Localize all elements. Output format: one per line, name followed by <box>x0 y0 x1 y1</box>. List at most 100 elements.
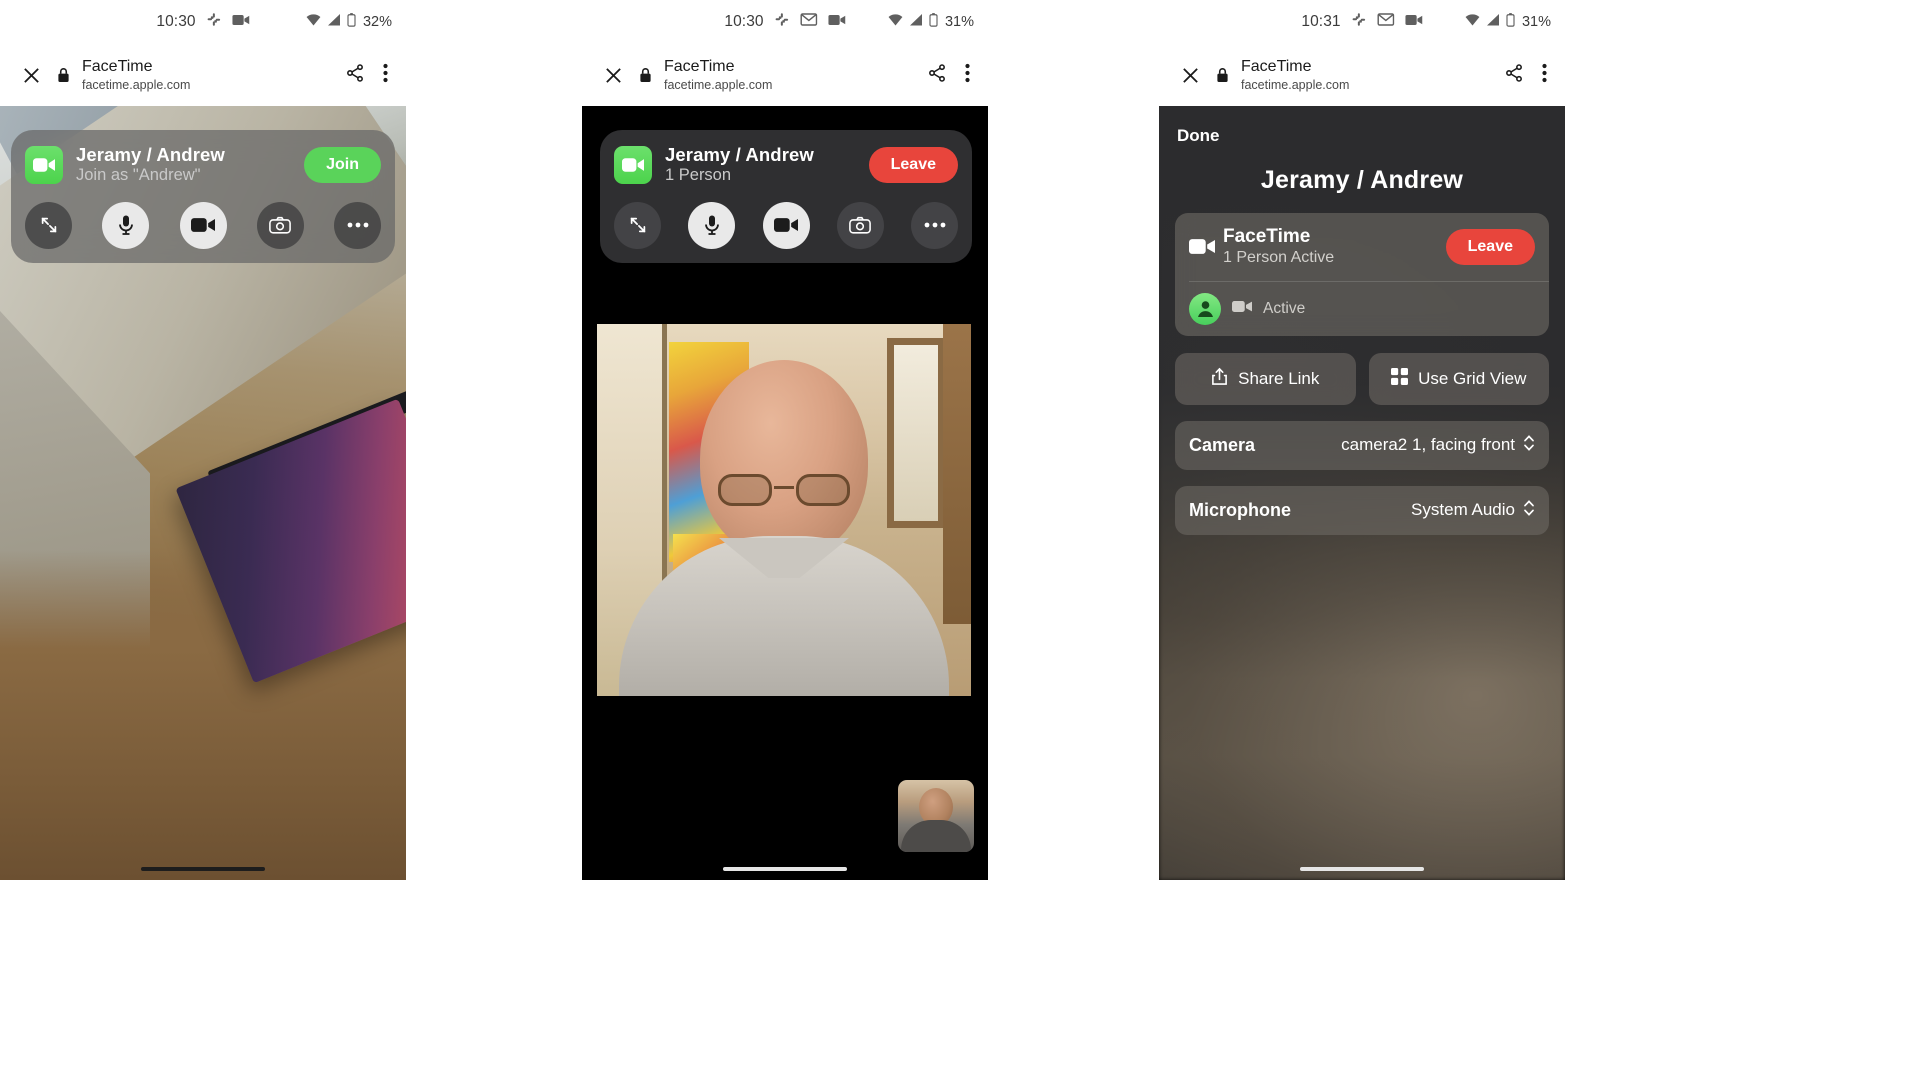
overflow-menu-icon[interactable] <box>383 63 388 88</box>
video-recording-icon <box>1405 13 1423 31</box>
share-icon[interactable] <box>927 63 947 88</box>
phone-panel-join-screen: 10:30 32% FaceTime facetime.apple.com Je… <box>0 0 406 880</box>
leave-button[interactable]: Leave <box>1445 228 1535 265</box>
video-camera-icon[interactable] <box>179 201 227 249</box>
more-options-icon[interactable] <box>334 201 381 249</box>
slack-icon <box>775 12 790 32</box>
gesture-home-indicator <box>141 867 265 871</box>
expand-icon[interactable] <box>25 201 72 249</box>
call-subtitle: Join as "Andrew" <box>76 166 201 185</box>
status-bar: 10:30 <box>0 0 406 44</box>
call-info: Jeramy / Andrew 1 Person <box>652 144 869 186</box>
gesture-home-indicator <box>1300 867 1424 871</box>
status-bar-left: 10:30 <box>724 12 846 32</box>
lock-icon <box>1207 67 1237 83</box>
call-info: Jeramy / Andrew Join as "Andrew" <box>63 144 304 186</box>
camera-select-row[interactable]: Camera camera2 1, facing front <box>1175 420 1549 470</box>
cell-signal-icon <box>327 13 341 31</box>
flip-camera-icon[interactable] <box>836 201 884 249</box>
call-subtitle: 1 Person <box>665 166 732 185</box>
cell-signal-icon <box>909 13 923 31</box>
status-bar-left: 10:31 <box>1301 12 1423 32</box>
browser-title-block: FaceTime facetime.apple.com <box>1237 58 1504 92</box>
status-bar-right: 31% <box>888 12 974 32</box>
leave-button[interactable]: Leave <box>868 146 958 183</box>
microphone-icon[interactable] <box>102 201 150 249</box>
browser-custom-tab-bar: FaceTime facetime.apple.com <box>0 44 406 106</box>
browser-page-url: facetime.apple.com <box>82 77 191 92</box>
slack-icon <box>207 12 222 32</box>
browser-title-block: FaceTime facetime.apple.com <box>660 58 927 92</box>
cell-signal-icon <box>1486 13 1500 31</box>
join-button[interactable]: Join <box>304 146 381 183</box>
participant-head <box>700 360 868 558</box>
call-controls-row <box>614 201 958 249</box>
gmail-icon <box>800 13 818 31</box>
status-battery-percent: 31% <box>944 14 974 30</box>
camera-label: Camera <box>1189 434 1256 455</box>
browser-page-url: facetime.apple.com <box>1241 77 1350 92</box>
browser-actions <box>345 63 392 88</box>
active-call-panel: Jeramy / Andrew 1 Person Leave <box>600 130 972 263</box>
phone-panel-in-call: 10:30 31% FaceTime facetime.apple.com Je… <box>582 0 988 880</box>
browser-title-block: FaceTime facetime.apple.com <box>78 58 345 92</box>
call-title: Jeramy / Andrew <box>76 144 225 165</box>
browser-custom-tab-bar: FaceTime facetime.apple.com <box>1159 44 1565 106</box>
wifi-icon <box>888 13 903 31</box>
video-camera-icon[interactable] <box>762 201 810 249</box>
close-icon[interactable] <box>1173 66 1207 85</box>
status-bar: 10:31 31% <box>1159 0 1565 44</box>
use-grid-view-button[interactable]: Use Grid View <box>1368 352 1549 405</box>
sheet-actions-row: Share Link Use Grid View <box>1175 352 1549 405</box>
self-view-body <box>901 820 971 852</box>
chevron-updown-icon <box>1523 499 1535 522</box>
microphone-select-row[interactable]: Microphone System Audio <box>1175 485 1549 535</box>
gesture-home-indicator <box>723 867 847 871</box>
more-options-icon[interactable] <box>911 201 958 249</box>
lock-icon <box>48 67 78 83</box>
participant-glasses <box>718 474 850 508</box>
status-bar-right: 32% <box>306 12 392 32</box>
share-icon[interactable] <box>1504 63 1524 88</box>
flip-camera-icon[interactable] <box>256 201 304 249</box>
grid-view-icon <box>1391 367 1409 390</box>
share-link-button[interactable]: Share Link <box>1175 352 1356 405</box>
call-card-info: FaceTime 1 Person Active <box>1223 226 1446 268</box>
microphone-icon[interactable] <box>688 201 736 249</box>
browser-actions <box>927 63 974 88</box>
status-bar-left: 10:30 <box>156 12 250 32</box>
close-icon[interactable] <box>14 66 48 85</box>
use-grid-view-label: Use Grid View <box>1418 368 1527 388</box>
call-card-main-row: FaceTime 1 Person Active Leave <box>1175 213 1549 281</box>
call-details-sheet: Done Jeramy / Andrew FaceTime 1 Person A… <box>1159 106 1565 880</box>
remote-participant-video <box>597 324 971 696</box>
share-icon[interactable] <box>345 63 365 88</box>
status-battery-percent: 32% <box>362 14 392 30</box>
status-bar: 10:30 <box>582 0 988 44</box>
overflow-menu-icon[interactable] <box>1542 63 1547 88</box>
slack-icon <box>1352 12 1367 32</box>
details-sheet-stage: Done Jeramy / Andrew FaceTime 1 Person A… <box>1159 106 1565 880</box>
call-header: Jeramy / Andrew Join as "Andrew" Join <box>25 144 381 186</box>
lock-icon <box>630 67 660 83</box>
expand-icon[interactable] <box>614 201 661 249</box>
call-title: Jeramy / Andrew <box>665 144 814 165</box>
avatar <box>1189 292 1221 325</box>
screenshot-stage: 10:30 32% FaceTime facetime.apple.com Je… <box>0 0 1920 1080</box>
browser-page-title: FaceTime <box>664 58 735 76</box>
status-time: 10:30 <box>156 13 196 30</box>
browser-page-title: FaceTime <box>1241 58 1312 76</box>
wifi-icon <box>306 13 321 31</box>
microphone-label: Microphone <box>1189 499 1291 520</box>
status-bar-right: 31% <box>1465 12 1551 32</box>
battery-icon <box>347 12 356 32</box>
share-link-icon <box>1211 367 1228 391</box>
self-view-thumbnail[interactable] <box>898 780 974 852</box>
close-icon[interactable] <box>596 66 630 85</box>
status-battery-percent: 31% <box>1521 14 1551 30</box>
local-camera-preview: Jeramy / Andrew Join as "Andrew" Join <box>0 106 406 880</box>
sheet-title: Jeramy / Andrew <box>1260 166 1464 194</box>
overflow-menu-icon[interactable] <box>965 63 970 88</box>
done-button[interactable]: Done <box>1175 122 1222 150</box>
participant-status: Active <box>1263 299 1306 317</box>
